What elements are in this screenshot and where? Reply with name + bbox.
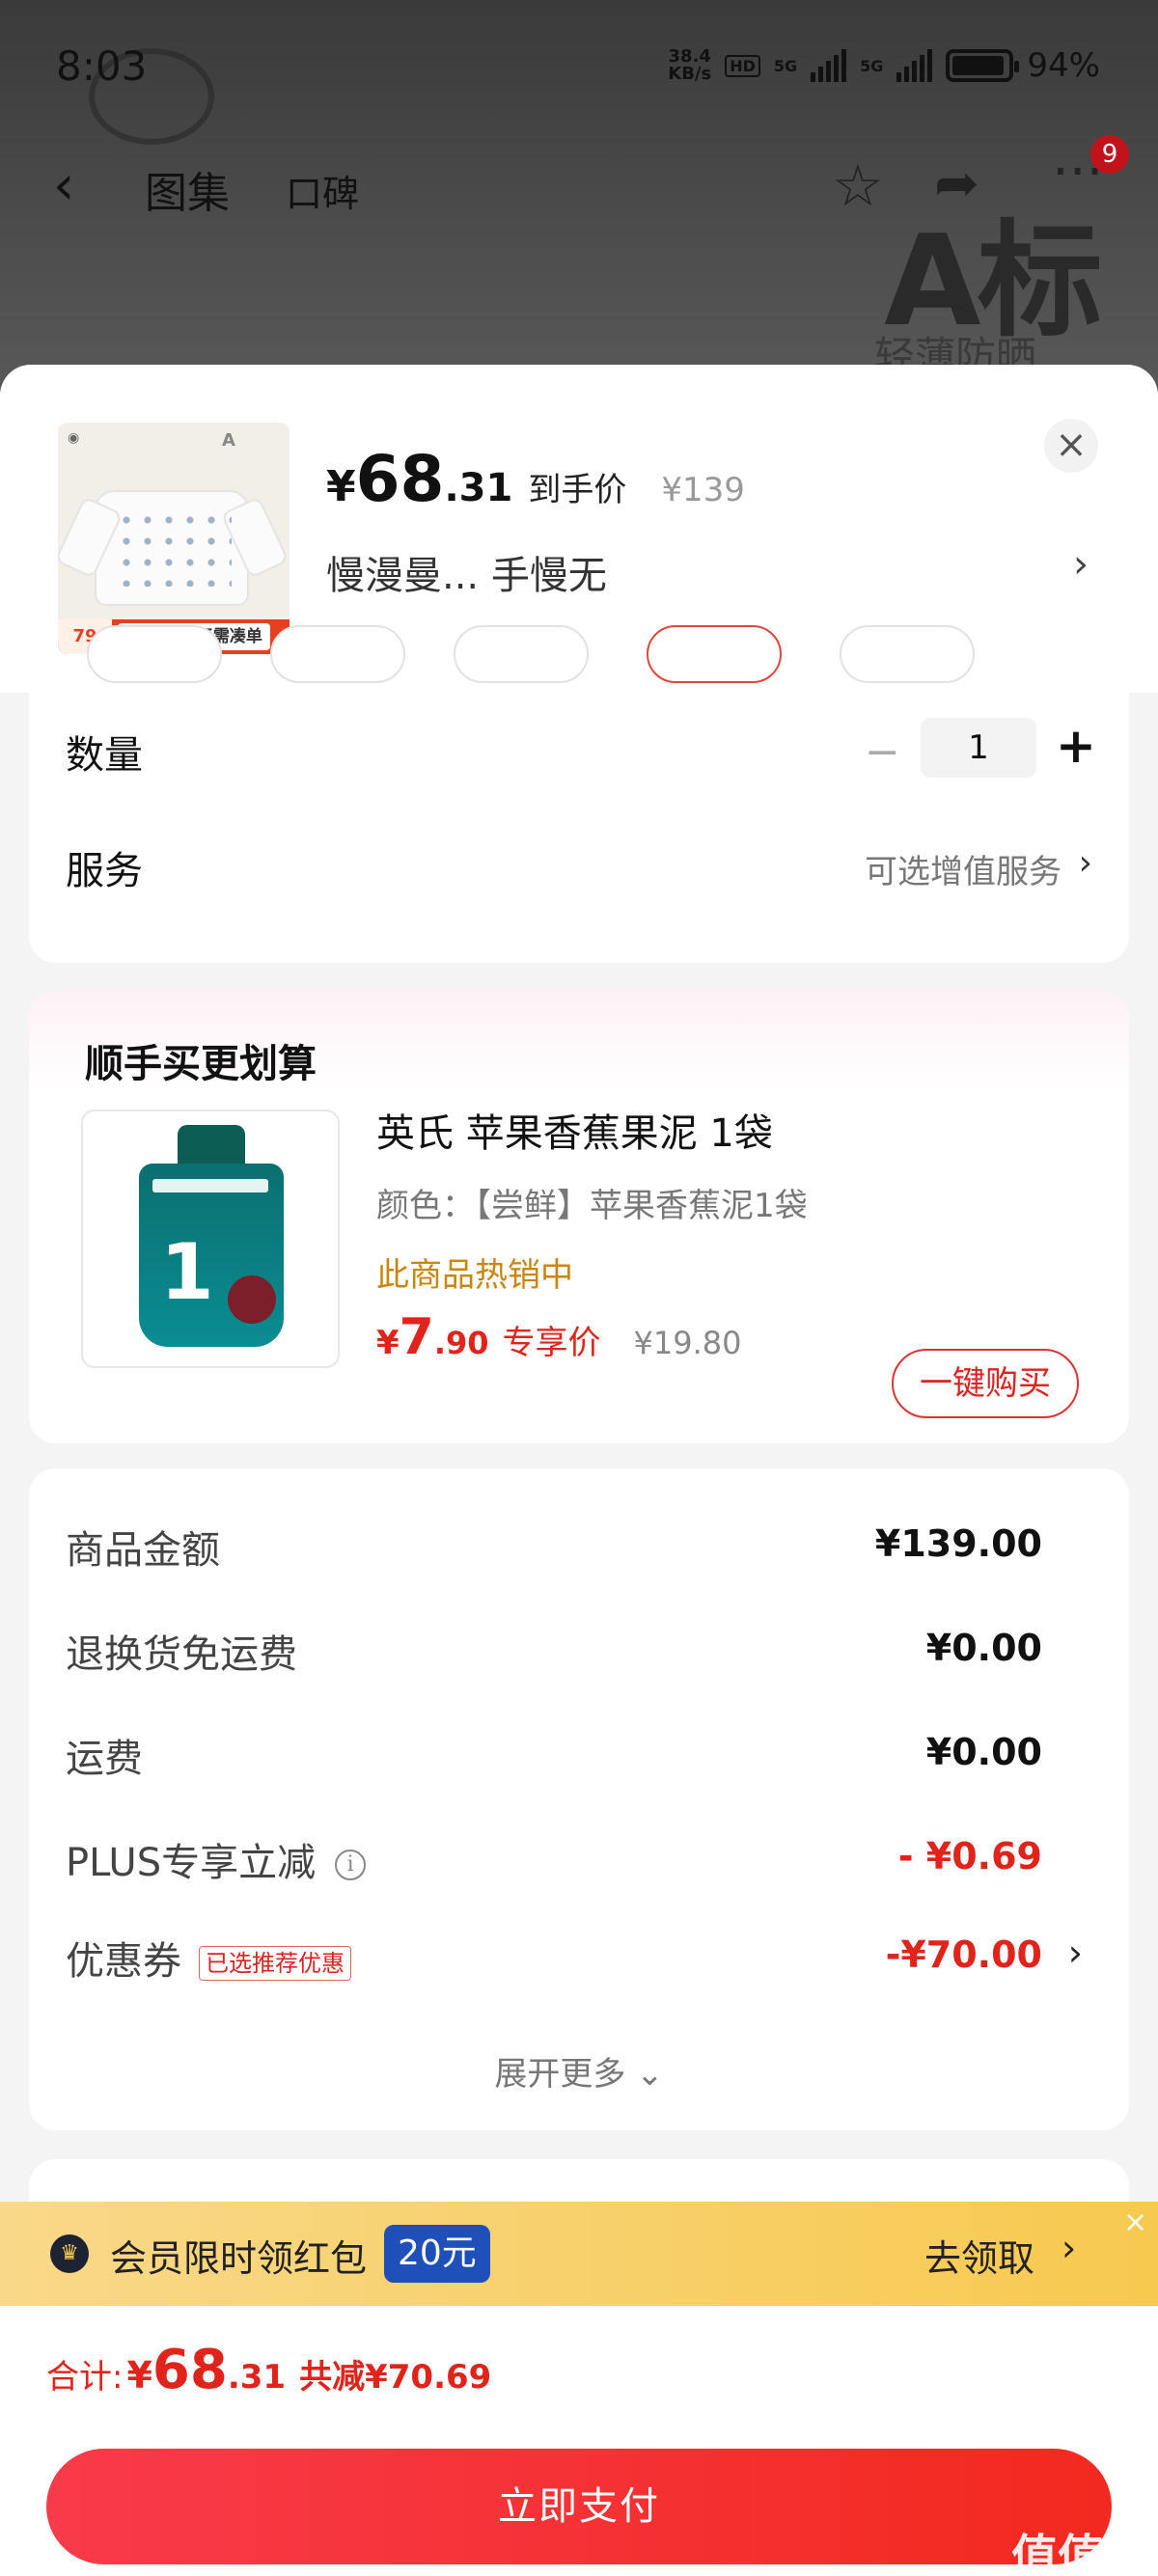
checkout-bar: 合计: ¥ 68 .31 共减¥70.69 立即支付 <box>0 2306 1158 2576</box>
one-click-buy-button[interactable]: 一键购买 <box>892 1349 1079 1418</box>
quantity-input[interactable]: 1 <box>921 718 1036 778</box>
option-chip-selected[interactable] <box>647 625 782 683</box>
upsell-product-image[interactable]: 1 <box>81 1110 340 1368</box>
chevron-right-icon[interactable]: › <box>1073 542 1089 587</box>
summary-row-shipping: 运费 ¥0.00 <box>66 1731 1042 1781</box>
option-chip[interactable] <box>270 625 405 683</box>
upsell-price: ¥ 7 .90 专享价 ¥19.80 <box>376 1308 742 1366</box>
status-bar: 8:03 38.4 KB/s HD 5G 5G 94% <box>0 0 1158 135</box>
summary-row-coupon[interactable]: 优惠券 已选推荐优惠 -¥70.00 › <box>66 1930 1092 1987</box>
upsell-hot-label: 此商品热销中 <box>376 1256 573 1295</box>
tab-reviews[interactable]: 口碑 <box>286 164 359 217</box>
background-product-page: 8:03 38.4 KB/s HD 5G 5G 94% ‹ 图集 口碑 ☆ ➦ … <box>0 0 1158 405</box>
option-chip[interactable] <box>840 625 975 683</box>
thumbnail-logo-icon: ◉ <box>68 430 80 446</box>
quantity-label: 数量 <box>66 733 143 778</box>
close-sheet-button[interactable]: × <box>1044 419 1098 473</box>
chevron-right-icon[interactable]: › <box>1062 2227 1076 2269</box>
product-thumbnail[interactable]: ◉ A 79 单品直降 无需凑单 <box>58 423 290 654</box>
signal-icon <box>811 49 847 82</box>
status-time: 8:03 <box>56 42 148 90</box>
claim-button[interactable]: 去领取 <box>924 2229 1034 2282</box>
expand-more-button[interactable]: 展开更多 ⌄ <box>29 2047 1129 2095</box>
pouch-fruit <box>228 1275 276 1324</box>
shirt-pattern <box>116 509 232 587</box>
option-chip[interactable] <box>454 625 589 683</box>
order-summary-card: 商品金额 ¥139.00 退换货免运费 ¥0.00 运费 ¥0.00 PLUS专… <box>29 1468 1129 2130</box>
network-speed: 38.4 KB/s <box>668 46 712 84</box>
signal-icon <box>896 49 933 82</box>
thumbnail-brand-mark: A <box>222 430 235 451</box>
favorite-star-icon[interactable]: ☆ <box>832 152 884 220</box>
service-value[interactable]: 可选增值服务 <box>865 845 1062 892</box>
order-total: 合计: ¥ 68 .31 共减¥70.69 <box>46 2339 492 2401</box>
watermark: 值值值 <box>1011 2530 1151 2576</box>
chevron-right-icon[interactable]: › <box>1079 843 1092 883</box>
option-chip[interactable] <box>87 625 222 683</box>
notification-badge: 9 <box>1090 135 1129 174</box>
quantity-service-card: 数量 − 1 + 服务 可选增值服务 › <box>29 625 1129 963</box>
network-type-2: 5G <box>860 56 884 75</box>
price-label: 到手价 <box>528 471 627 509</box>
summary-row-return-shipping: 退换货免运费 ¥0.00 <box>66 1627 1042 1677</box>
back-icon[interactable]: ‹ <box>53 154 74 217</box>
summary-row-goods: 商品金额 ¥139.00 <box>66 1522 1042 1573</box>
upsell-product-name[interactable]: 英氏 苹果香蕉果泥 1袋 <box>376 1102 773 1158</box>
tab-gallery[interactable]: 图集 <box>145 158 230 220</box>
upsell-original-price: ¥19.80 <box>633 1325 742 1361</box>
network-type-1: 5G <box>773 56 798 75</box>
promo-amount-badge: 20元 <box>384 2225 490 2283</box>
info-icon[interactable]: i <box>335 1850 367 1880</box>
service-label: 服务 <box>66 849 143 893</box>
quantity-minus-button[interactable]: − <box>865 727 900 777</box>
chevron-right-icon[interactable]: › <box>1068 1932 1083 1974</box>
final-price: ¥ 68 .31 到手价 ¥139 <box>326 442 745 516</box>
upsell-card: 顺手买更划算 1 英氏 苹果香蕉果泥 1袋 颜色：【尝鲜】苹果香蕉泥1袋 此商品… <box>29 990 1129 1443</box>
pouch-number: 1 <box>160 1227 214 1317</box>
pouch-label <box>152 1179 268 1192</box>
summary-row-plus-discount: PLUS专享立减 i - ¥0.69 <box>66 1835 1042 1885</box>
member-red-packet-bar[interactable]: ♛ 会员限时领红包 20元 去领取 › × <box>0 2202 1158 2306</box>
option-chips <box>29 625 1129 687</box>
promo-text: 会员限时领红包 <box>110 2237 368 2280</box>
battery-icon <box>946 49 1020 82</box>
hd-icon: HD <box>725 54 760 77</box>
status-icons: 38.4 KB/s HD 5G 5G 94% <box>668 46 1100 85</box>
member-icon: ♛ <box>50 2234 89 2273</box>
original-price: ¥139 <box>661 471 745 509</box>
pay-now-button[interactable]: 立即支付 <box>46 2449 1112 2564</box>
close-icon[interactable]: × <box>1123 2206 1147 2239</box>
selected-spec[interactable]: 慢漫曼... 手慢无 <box>326 544 607 600</box>
battery-percent: 94% <box>1027 46 1100 85</box>
upsell-title: 顺手买更划算 <box>85 1042 317 1086</box>
quantity-plus-button[interactable]: + <box>1056 718 1096 774</box>
upsell-variant: 颜色：【尝鲜】苹果香蕉泥1袋 <box>376 1187 808 1225</box>
total-saved: 共减¥70.69 <box>299 2358 492 2397</box>
coupon-tag: 已选推荐优惠 <box>199 1946 351 1981</box>
upsell-price-label: 专享价 <box>502 1324 601 1362</box>
